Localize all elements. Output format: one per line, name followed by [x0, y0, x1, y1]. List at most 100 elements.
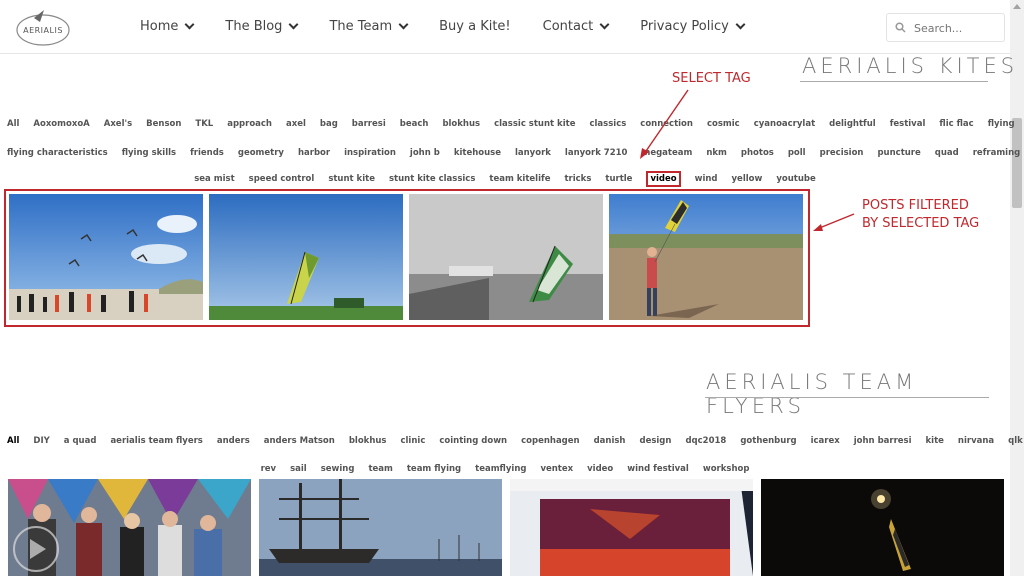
kites-tag-axel[interactable]: axel: [286, 119, 306, 129]
team-tag-dqc2018[interactable]: dqc2018: [685, 436, 726, 446]
kites-tag-harbor[interactable]: harbor: [298, 148, 330, 158]
kites-tag-poll[interactable]: poll: [788, 148, 806, 158]
team-tag-team-flying[interactable]: team flying: [407, 464, 461, 474]
kites-tag-stunt-kite-classics[interactable]: stunt kite classics: [389, 174, 475, 184]
team-tag-a-quad[interactable]: a quad: [64, 436, 97, 446]
team-tag-rev[interactable]: rev: [261, 464, 277, 474]
kites-tag-aoxomoxoa[interactable]: AoxomoxoA: [33, 119, 89, 129]
kites-tag-stunt-kite[interactable]: stunt kite: [328, 174, 375, 184]
team-tag-team[interactable]: team: [368, 464, 392, 474]
kites-tag-precision[interactable]: precision: [820, 148, 864, 158]
team-tag-ventex[interactable]: ventex: [540, 464, 573, 474]
nav-privacy-policy[interactable]: Privacy Policy: [640, 19, 746, 34]
kites-tag-reframing[interactable]: reframing: [973, 148, 1021, 158]
scroll-up-arrow-icon[interactable]: [1013, 4, 1021, 9]
search-box[interactable]: [886, 13, 1005, 42]
kites-tag-speed-control[interactable]: speed control: [249, 174, 315, 184]
kites-tag-beach[interactable]: beach: [400, 119, 429, 129]
kites-tag-friends[interactable]: friends: [190, 148, 224, 158]
kites-tag-delightful[interactable]: delightful: [829, 119, 876, 129]
kites-tag-flying-characteristics[interactable]: flying characteristics: [7, 148, 108, 158]
kites-tag-kitehouse[interactable]: kitehouse: [454, 148, 501, 158]
kites-tag-row-2: flying characteristics flying skills frien…: [0, 140, 1020, 159]
post-thumbnail-green-kite-field[interactable]: [209, 194, 403, 320]
nav-the-team[interactable]: The Team: [329, 19, 409, 34]
nav-buy-a-kite[interactable]: Buy a Kite!: [439, 19, 511, 34]
search-input[interactable]: [912, 18, 1001, 38]
kites-tag-yellow[interactable]: yellow: [732, 174, 763, 184]
aerialis-logo[interactable]: AERIALIS: [14, 8, 72, 48]
team-tag-john-barresi[interactable]: john barresi: [854, 436, 912, 446]
kites-tag-benson[interactable]: Benson: [146, 119, 181, 129]
team-tag-copenhagen[interactable]: copenhagen: [521, 436, 579, 446]
team-tag-qlk[interactable]: qlk: [1008, 436, 1023, 446]
kites-tag-cosmic[interactable]: cosmic: [707, 119, 740, 129]
kites-tag-geometry[interactable]: geometry: [238, 148, 284, 158]
kites-tag-flying-skills[interactable]: flying skills: [122, 148, 176, 158]
kites-tag-quad[interactable]: quad: [935, 148, 959, 158]
nav-the-blog[interactable]: The Blog: [225, 19, 299, 34]
team-tag-diy[interactable]: DIY: [33, 436, 49, 446]
kites-tag-sea-mist[interactable]: sea mist: [194, 174, 234, 184]
kites-tag-festival[interactable]: festival: [890, 119, 926, 129]
post-thumbnail-beach-kites[interactable]: [9, 194, 203, 320]
page-scrollbar[interactable]: [1010, 0, 1024, 576]
team-tag-design[interactable]: design: [639, 436, 671, 446]
kites-tag-john-b[interactable]: john b: [410, 148, 440, 158]
kites-tag-nkm[interactable]: nkm: [706, 148, 727, 158]
kites-tag-wind[interactable]: wind: [695, 174, 718, 184]
kites-tag-turtle[interactable]: turtle: [605, 174, 632, 184]
kites-section-title: AERIALIS KITES: [802, 54, 1019, 78]
team-post-thumbnail-laptop-screen[interactable]: [510, 479, 753, 576]
kites-title-underline: [800, 81, 988, 82]
kites-tag-tkl[interactable]: TKL: [195, 119, 213, 129]
kites-tag-blokhus[interactable]: blokhus: [442, 119, 480, 129]
team-tag-aerialis-team-flyers[interactable]: aerialis team flyers: [110, 436, 202, 446]
kites-tag-flying[interactable]: flying: [988, 119, 1015, 129]
team-tag-anders[interactable]: anders: [217, 436, 250, 446]
kites-tag-lanyork[interactable]: lanyork: [515, 148, 551, 158]
team-tag-anders-matson[interactable]: anders Matson: [264, 436, 335, 446]
team-tag-icarex[interactable]: icarex: [811, 436, 840, 446]
team-tag-all[interactable]: All: [7, 436, 19, 446]
kites-tag-photos[interactable]: photos: [741, 148, 774, 158]
team-tag-sail[interactable]: sail: [290, 464, 307, 474]
scroll-thumb[interactable]: [1012, 118, 1022, 208]
kites-tag-classics[interactable]: classics: [589, 119, 626, 129]
team-tag-gothenburg[interactable]: gothenburg: [740, 436, 796, 446]
kites-tag-barresi[interactable]: barresi: [352, 119, 386, 129]
kites-tag-axel-s[interactable]: Axel's: [104, 119, 132, 129]
team-tag-danish[interactable]: danish: [594, 436, 626, 446]
team-tag-wind-festival[interactable]: wind festival: [627, 464, 689, 474]
chevron-down-icon: [288, 19, 299, 30]
nav-home[interactable]: Home: [140, 19, 195, 34]
team-tag-blokhus[interactable]: blokhus: [349, 436, 387, 446]
kites-tag-all[interactable]: All: [7, 119, 19, 129]
team-post-thumbnail-night-kite[interactable]: [761, 479, 1004, 576]
team-tag-workshop[interactable]: workshop: [703, 464, 750, 474]
kites-tag-flic-flac[interactable]: flic flac: [939, 119, 973, 129]
post-thumbnail-foggy-harbor[interactable]: [409, 194, 603, 320]
kites-tag-lanyork-7210[interactable]: lanyork 7210: [565, 148, 628, 158]
kites-tag-classic-stunt-kite[interactable]: classic stunt kite: [494, 119, 575, 129]
team-tag-nirvana[interactable]: nirvana: [958, 436, 994, 446]
team-tag-kite[interactable]: kite: [926, 436, 944, 446]
kites-tag-cyanoacrylat[interactable]: cyanoacrylat: [754, 119, 815, 129]
team-tag-cointing-down[interactable]: cointing down: [439, 436, 507, 446]
kites-tag-youtube[interactable]: youtube: [776, 174, 815, 184]
team-post-thumbnail-group-photo[interactable]: [8, 479, 251, 576]
kites-tag-puncture[interactable]: puncture: [877, 148, 920, 158]
team-tag-teamflying[interactable]: teamflying: [475, 464, 526, 474]
team-tag-clinic[interactable]: clinic: [400, 436, 425, 446]
nav-contact[interactable]: Contact: [543, 19, 610, 34]
kites-tag-approach[interactable]: approach: [227, 119, 272, 129]
team-tag-sewing[interactable]: sewing: [321, 464, 355, 474]
kites-tag-team-kitelife[interactable]: team kitelife: [489, 174, 550, 184]
kites-tag-tricks[interactable]: tricks: [564, 174, 591, 184]
kites-tag-bag[interactable]: bag: [320, 119, 338, 129]
kites-tag-video[interactable]: video: [646, 171, 681, 187]
team-tag-video[interactable]: video: [587, 464, 613, 474]
post-thumbnail-man-flying-kite[interactable]: [609, 194, 803, 320]
team-post-thumbnail-tall-ship[interactable]: [259, 479, 502, 576]
kites-tag-inspiration[interactable]: inspiration: [344, 148, 396, 158]
